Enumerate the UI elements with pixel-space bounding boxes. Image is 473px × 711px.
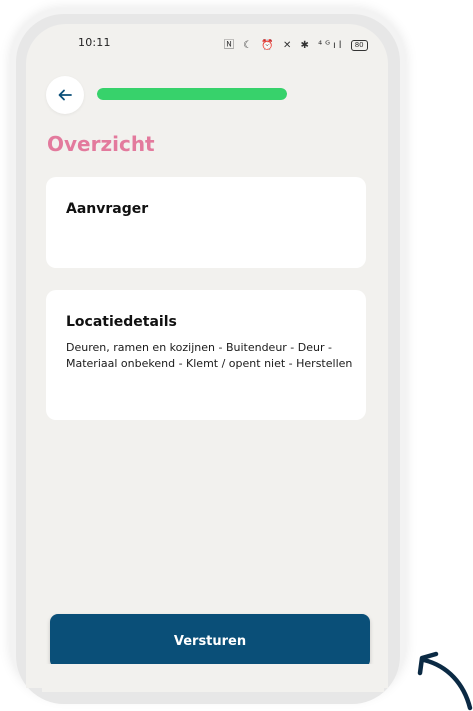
stage: 10:11 🄽 ☾ ⏰ ✕ ✱ ⁴ᴳıl 80 Overzicht Aanvra… xyxy=(0,0,473,711)
curved-arrow-icon xyxy=(417,651,473,711)
screen-bottom-strip xyxy=(42,664,384,692)
phone-screen: 10:11 🄽 ☾ ⏰ ✕ ✱ ⁴ᴳıl 80 Overzicht Aanvra… xyxy=(26,24,388,688)
location-details-text: Deuren, ramen en kozijnen - Buitendeur -… xyxy=(66,341,353,370)
back-button[interactable] xyxy=(46,76,84,114)
battery-icon: 80 xyxy=(350,39,368,51)
page-title: Overzicht xyxy=(47,132,155,156)
applicant-card-title: Aanvrager xyxy=(66,201,149,217)
progress-bar xyxy=(97,88,287,100)
progress-bar-fill xyxy=(97,88,287,100)
location-details-title: Locatiedetails xyxy=(66,314,177,330)
status-icons: 🄽 ☾ ⏰ ✕ ✱ ⁴ᴳıl 80 xyxy=(224,36,368,51)
location-details-card: Locatiedetails Deuren, ramen en kozijnen… xyxy=(46,290,366,420)
status-time: 10:11 xyxy=(78,36,111,49)
applicant-card: Aanvrager xyxy=(46,177,366,268)
status-icons-glyphs: 🄽 ☾ ⏰ ✕ ✱ ⁴ᴳıl xyxy=(224,40,345,51)
submit-button[interactable]: Versturen xyxy=(50,614,370,668)
arrow-left-icon xyxy=(58,89,72,101)
